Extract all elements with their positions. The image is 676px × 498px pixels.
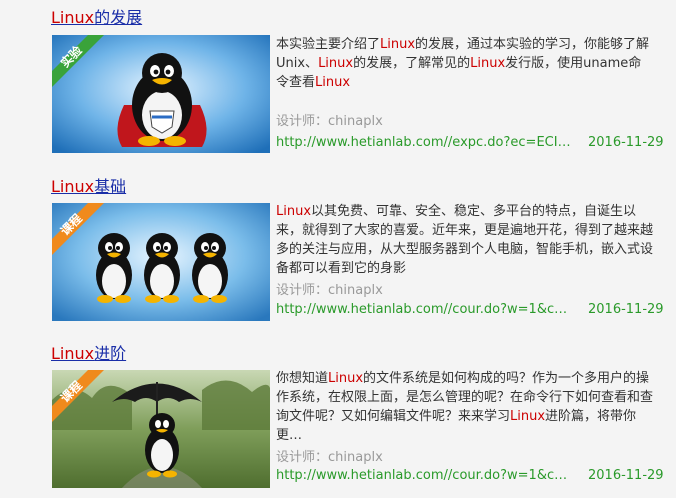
keyword-highlight: Linux <box>380 37 416 52</box>
title-highlight: Linux <box>51 177 95 196</box>
result-description: Linux以其免费、可靠、安全、稳定、多平台的特点，自诞生以来，就得到了大家的喜… <box>276 202 654 278</box>
result-thumbnail[interactable]: 课程 <box>52 203 270 321</box>
title-highlight: Linux <box>51 344 95 363</box>
result-description: 你想知道Linux的文件系统是如何构成的吗？作为一个多用户的操作系统，在权限上面… <box>276 369 654 445</box>
title-rest: 基础 <box>94 177 127 196</box>
result-title-link[interactable]: Linux基础 <box>51 177 126 197</box>
keyword-highlight: Linux <box>510 409 546 424</box>
result-url-link[interactable]: http://www.hetianlab.com//expc.do?ec=ECI… <box>276 135 576 151</box>
result-title-link[interactable]: Linux进阶 <box>51 344 126 364</box>
title-rest: 进阶 <box>94 344 127 363</box>
keyword-highlight: Linux <box>318 56 354 71</box>
result-thumbnail[interactable]: 实验 <box>52 35 270 153</box>
badge-ribbon <box>52 35 104 87</box>
result-url-link[interactable]: http://www.hetianlab.com//cour.do?w=1&c=… <box>276 302 576 318</box>
keyword-highlight: Linux <box>470 56 506 71</box>
description-text: 你想知道 <box>276 371 329 386</box>
description-text: 的发展，了解常见的 <box>353 56 471 71</box>
result-date: 2016-11-29 <box>588 468 664 483</box>
designer-label: 设计师：chinaplx <box>276 283 383 298</box>
result-thumbnail[interactable]: 课程 <box>52 370 270 488</box>
keyword-highlight: Linux <box>315 75 351 90</box>
result-title-link[interactable]: Linux的发展 <box>51 8 142 28</box>
keyword-highlight: Linux <box>328 371 364 386</box>
result-url-link[interactable]: http://www.hetianlab.com//cour.do?w=1&c=… <box>276 468 576 484</box>
result-description: 本实验主要介绍了Linux的发展，通过本实验的学习，你能够了解Unix、Linu… <box>276 35 654 92</box>
title-highlight: Linux <box>51 8 95 27</box>
result-date: 2016-11-29 <box>588 135 664 150</box>
description-text: 以其免费、可靠、安全、稳定、多平台的特点，自诞生以来，就得到了大家的喜爱。近年来… <box>276 204 654 276</box>
keyword-highlight: Linux <box>276 204 312 219</box>
title-rest: 的发展 <box>94 8 143 27</box>
designer-label: 设计师：chinaplx <box>276 114 383 129</box>
badge-ribbon <box>52 370 104 422</box>
description-text: 本实验主要介绍了 <box>276 37 381 52</box>
result-date: 2016-11-29 <box>588 302 664 317</box>
designer-label: 设计师：chinaplx <box>276 450 383 465</box>
badge-ribbon <box>52 203 104 255</box>
